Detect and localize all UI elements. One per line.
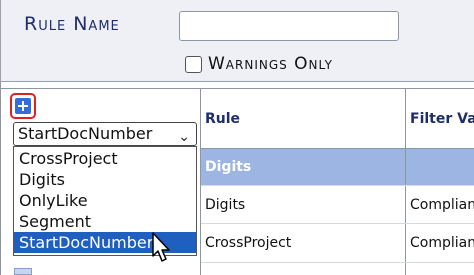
warnings-only-checkbox[interactable] — [185, 56, 202, 73]
column-divider — [405, 88, 406, 275]
chevron-down-icon: ⌄ — [178, 129, 190, 145]
rule-name-label: Rule Name — [24, 13, 120, 35]
warnings-only-label: Warnings Only — [208, 54, 333, 74]
cell-rule: Digits — [205, 159, 252, 175]
rule-name-input[interactable] — [179, 11, 399, 41]
mouse-pointer-icon — [152, 232, 170, 262]
add-button[interactable] — [10, 93, 36, 119]
row-divider — [201, 185, 474, 186]
row-divider — [201, 223, 474, 224]
column-header-filter-value[interactable]: Filter Va — [410, 111, 474, 127]
column-divider — [200, 88, 201, 275]
option-digits[interactable]: Digits — [14, 169, 196, 190]
option-segment[interactable]: Segment — [14, 211, 196, 232]
rule-select-value: StartDocNumber — [18, 124, 153, 143]
header-divider — [201, 148, 474, 149]
grid-top-border — [0, 88, 474, 89]
cell-filter-value: Complian — [410, 197, 474, 213]
plus-square-icon — [15, 98, 31, 114]
option-onlylike[interactable]: OnlyLike — [14, 190, 196, 211]
row-divider — [201, 262, 474, 263]
cell-rule: CrossProject — [205, 235, 292, 251]
row-icon — [14, 268, 32, 275]
option-crossproject[interactable]: CrossProject — [14, 148, 196, 169]
cell-filter-value: Complian — [410, 235, 474, 251]
column-header-rule[interactable]: Rule — [205, 111, 240, 127]
cell-rule: Digits — [205, 197, 246, 213]
rule-select[interactable]: StartDocNumber ⌄ — [13, 122, 197, 146]
